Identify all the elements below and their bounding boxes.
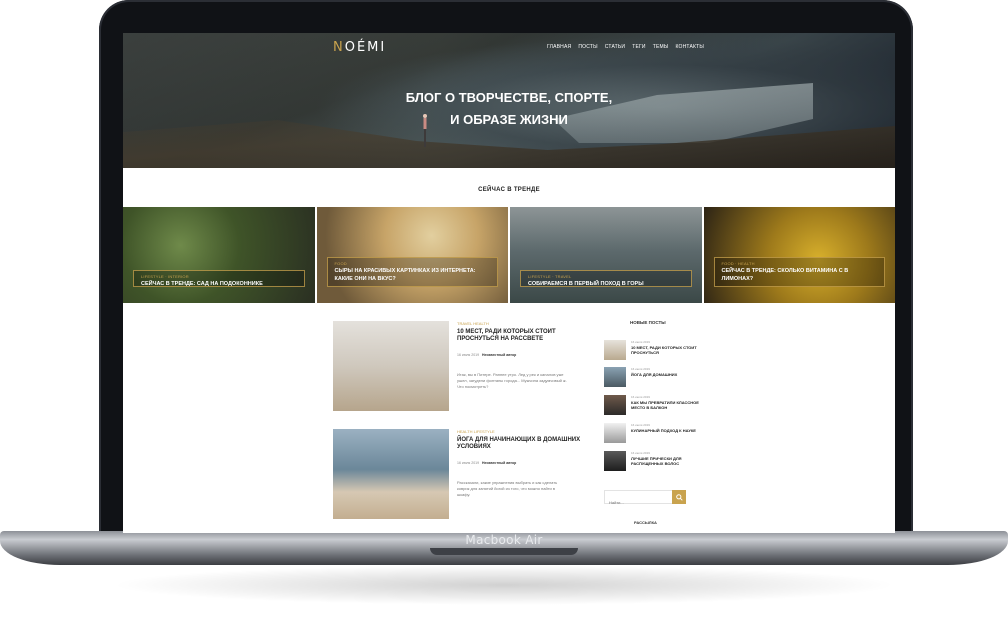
post-author[interactable]: Неизвестный автор: [482, 461, 516, 465]
post-excerpt: Итак, вы в Питере. Раннее утро. Лед у ре…: [457, 372, 567, 389]
newsletter-heading: РАССЫЛКА: [634, 520, 657, 525]
trending-card-tags: LIFESTYLE · TRAVEL: [528, 274, 572, 279]
logo-accent: N: [333, 40, 345, 55]
sidebar-post-title[interactable]: ЛУЧШИЕ ПРИЧЕСКИ ДЛЯ РАСПУЩЕННЫХ ВОЛОС: [631, 456, 711, 466]
sidebar-post-date: 16 июля 2019: [631, 423, 650, 427]
sidebar-post-date: 16 июля 2019: [631, 451, 650, 455]
laptop-hinge-notch: [430, 548, 578, 555]
trending-card-title[interactable]: СОБИРАЕМСЯ В ПЕРВЫЙ ПОХОД В ГОРЫ: [528, 280, 684, 288]
search-icon: [675, 493, 683, 501]
sidebar-post-thumbnail[interactable]: [604, 423, 626, 443]
sidebar-post-title[interactable]: ЙОГА ДЛЯ ДОМАШНИХ: [631, 372, 711, 377]
sidebar-post[interactable]: 16 июля 2019 ЙОГА ДЛЯ ДОМАШНИХ: [604, 367, 714, 389]
post-date: 16 июля 2019: [457, 353, 480, 357]
post-card: TRAVEL HEALTH 10 МЕСТ, РАДИ КОТОРЫХ СТОИ…: [333, 321, 583, 413]
post-date-author: 16 июля 2019 Неизвестный автор: [457, 461, 516, 465]
sidebar-post-date: 16 июля 2019: [631, 367, 650, 371]
search-button[interactable]: [672, 490, 686, 504]
hero-banner: NOÉMI ГЛАВНАЯ ПОСТЫ СТАТЬИ ТЕГИ ТЕМЫ КОН…: [123, 33, 895, 168]
sidebar-post-thumbnail[interactable]: [604, 340, 626, 360]
post-title[interactable]: 10 МЕСТ, РАДИ КОТОРЫХ СТОИТ ПРОСНУТЬСЯ Н…: [457, 329, 587, 343]
hero-title: БЛОГ О ТВОРЧЕСТВЕ, СПОРТЕ, И ОБРАЗЕ ЖИЗН…: [349, 87, 669, 131]
sidebar-post[interactable]: 16 июля 2019 10 МЕСТ, РАДИ КОТОРЫХ СТОИТ…: [604, 340, 714, 362]
nav-articles[interactable]: СТАТЬИ: [605, 44, 625, 50]
nav-home[interactable]: ГЛАВНАЯ: [547, 44, 571, 50]
trending-card-caption: LIFESTYLE · INTERIOR СЕЙЧАС В ТРЕНДЕ: СА…: [133, 270, 305, 287]
nav-posts[interactable]: ПОСТЫ: [578, 44, 597, 50]
hero-title-line1: БЛОГ О ТВОРЧЕСТВЕ, СПОРТЕ,: [405, 90, 613, 105]
trending-card-caption: FOOD · HEALTH СЕЙЧАС В ТРЕНДЕ: СКОЛЬКО В…: [713, 257, 885, 287]
sidebar-post[interactable]: 16 июля 2019 ЛУЧШИЕ ПРИЧЕСКИ ДЛЯ РАСПУЩЕ…: [604, 451, 714, 473]
trending-card-tags: FOOD: [334, 261, 347, 266]
sidebar-post-title[interactable]: КАК МЫ ПРЕВРАТИЛИ КЛАССНОЕ МЕСТО В БАЛКО…: [631, 400, 711, 410]
main-nav: ГЛАВНАЯ ПОСТЫ СТАТЬИ ТЕГИ ТЕМЫ КОНТАКТЫ: [547, 44, 704, 50]
trending-card-title[interactable]: СЫРЫ НА КРАСИВЫХ КАРТИНКАХ ИЗ ИНТЕРНЕТА:…: [335, 267, 491, 283]
post-author[interactable]: Неизвестный автор: [482, 353, 516, 357]
sidebar-post-date: 16 июля 2019: [631, 340, 650, 344]
trending-card[interactable]: LIFESTYLE · TRAVEL СОБИРАЕМСЯ В ПЕРВЫЙ П…: [510, 207, 702, 303]
sidebar-post[interactable]: 16 июля 2019 КУЛИНАРНЫЙ ПОДХОД К НАУКЕ: [604, 423, 714, 445]
trending-card-title[interactable]: СЕЙЧАС В ТРЕНДЕ: СКОЛЬКО ВИТАМИНА С В ЛИ…: [722, 267, 878, 283]
hero-title-line2: И ОБРАЗЕ ЖИЗНИ: [450, 112, 568, 127]
trending-card-caption: FOOD СЫРЫ НА КРАСИВЫХ КАРТИНКАХ ИЗ ИНТЕР…: [326, 257, 498, 287]
trending-card-tags: LIFESTYLE · INTERIOR: [141, 274, 189, 279]
sidebar-post-thumbnail[interactable]: [604, 395, 626, 415]
trending-card[interactable]: LIFESTYLE · INTERIOR СЕЙЧАС В ТРЕНДЕ: СА…: [123, 207, 315, 303]
nav-topics[interactable]: ТЕМЫ: [653, 44, 669, 50]
sidebar-search: [604, 490, 686, 509]
trending-card-caption: LIFESTYLE · TRAVEL СОБИРАЕМСЯ В ПЕРВЫЙ П…: [520, 270, 692, 287]
trending-card[interactable]: FOOD · HEALTH СЕЙЧАС В ТРЕНДЕ: СКОЛЬКО В…: [703, 207, 895, 303]
laptop-shadow: [110, 565, 898, 605]
trending-row: LIFESTYLE · INTERIOR СЕЙЧАС В ТРЕНДЕ: СА…: [123, 207, 895, 303]
post-date: 16 июля 2019: [457, 461, 480, 465]
sidebar-post[interactable]: 16 июля 2019 КАК МЫ ПРЕВРАТИЛИ КЛАССНОЕ …: [604, 395, 714, 417]
site-logo[interactable]: NOÉMI: [333, 40, 386, 55]
sidebar-post-thumbnail[interactable]: [604, 367, 626, 387]
trending-card[interactable]: FOOD СЫРЫ НА КРАСИВЫХ КАРТИНКАХ ИЗ ИНТЕР…: [316, 207, 508, 303]
post-date-author: 16 июля 2019 Неизвестный автор: [457, 353, 516, 357]
post-tags: HEALTH LIFESTYLE: [457, 429, 495, 434]
post-title[interactable]: ЙОГА ДЛЯ НАЧИНАЮЩИХ В ДОМАШНИХ УСЛОВИЯХ: [457, 437, 587, 451]
post-thumbnail[interactable]: [333, 429, 449, 519]
trending-heading: СЕЙЧАС В ТРЕНДЕ: [478, 187, 540, 193]
browser-screen: NOÉMI ГЛАВНАЯ ПОСТЫ СТАТЬИ ТЕГИ ТЕМЫ КОН…: [123, 33, 895, 533]
logo-text: OÉMI: [344, 40, 387, 55]
sidebar-title: НОВЫЕ ПОСТЫ: [630, 320, 666, 325]
post-excerpt: Рассказали, какие упражнения выбрать и к…: [457, 480, 558, 497]
sidebar-post-thumbnail[interactable]: [604, 451, 626, 471]
post-card: HEALTH LIFESTYLE ЙОГА ДЛЯ НАЧИНАЮЩИХ В Д…: [333, 429, 583, 521]
search-input[interactable]: [605, 496, 673, 509]
device-label: Macbook Air: [465, 533, 543, 547]
trending-card-title[interactable]: СЕЙЧАС В ТРЕНДЕ: САД НА ПОДОКОННИКЕ: [141, 280, 297, 288]
nav-contacts[interactable]: КОНТАКТЫ: [675, 44, 704, 50]
post-tags: TRAVEL HEALTH: [457, 321, 489, 326]
sidebar-post-title[interactable]: 10 МЕСТ, РАДИ КОТОРЫХ СТОИТ ПРОСНУТЬСЯ: [631, 345, 711, 355]
sidebar-post-title[interactable]: КУЛИНАРНЫЙ ПОДХОД К НАУКЕ: [631, 428, 711, 433]
sidebar-post-date: 16 июля 2019: [631, 395, 650, 399]
trending-card-tags: FOOD · HEALTH: [721, 261, 755, 266]
nav-tags[interactable]: ТЕГИ: [632, 44, 646, 50]
post-thumbnail[interactable]: [333, 321, 449, 411]
yoga-person-silhouette: [423, 114, 427, 147]
